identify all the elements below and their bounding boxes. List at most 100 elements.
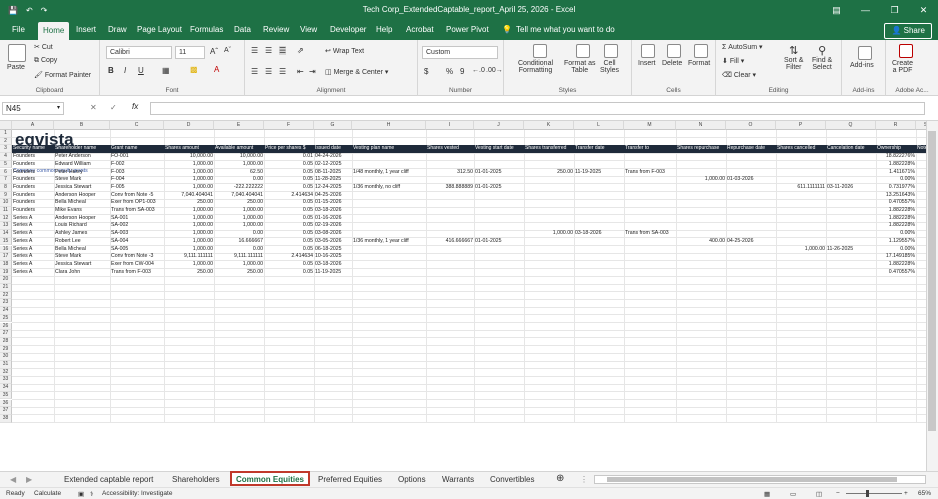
sheet-tab-preferred-equities[interactable]: Preferred Equities <box>318 472 382 487</box>
column-header-o[interactable]: O <box>726 121 776 130</box>
row-header[interactable]: 28 <box>0 337 12 346</box>
table-cell[interactable]: Anderson Hooper <box>54 215 110 223</box>
column-header-m[interactable]: M <box>624 121 676 130</box>
row-header[interactable]: 38 <box>0 414 12 423</box>
shrink-font-icon[interactable]: Aˇ <box>224 47 231 54</box>
sheet-tab-shareholders[interactable]: Shareholders <box>172 472 220 487</box>
row-header[interactable]: 5 <box>0 160 12 169</box>
table-cell[interactable]: Founders <box>12 169 54 177</box>
insert-cells-button[interactable]: Insert <box>638 44 656 67</box>
table-cell[interactable]: 04-25-2026 <box>726 238 776 246</box>
tab-data[interactable]: Data <box>234 20 251 40</box>
prev-sheet-icon[interactable]: ◀ <box>10 472 16 487</box>
table-cell[interactable]: 7,040.404041 <box>214 192 264 200</box>
status-calculate[interactable]: Calculate <box>34 490 61 497</box>
table-cell[interactable]: 1,000.00 <box>524 230 574 238</box>
page-layout-view-icon[interactable]: ▭ <box>790 490 796 498</box>
column-header-f[interactable]: F <box>264 121 314 130</box>
paste-button[interactable]: Paste <box>6 44 26 71</box>
table-cell[interactable]: SA-001 <box>110 215 164 223</box>
row-header[interactable]: 29 <box>0 345 12 354</box>
column-header-n[interactable]: N <box>676 121 726 130</box>
table-cell[interactable]: 08-11-2025 <box>314 169 352 177</box>
cell-styles-button[interactable]: Cell Styles <box>600 44 619 74</box>
column-header-a[interactable]: A <box>12 121 54 130</box>
row-header[interactable]: 21 <box>0 284 12 292</box>
wrap-text-button[interactable]: ↩ Wrap Text <box>325 47 364 55</box>
table-cell[interactable]: Founders <box>12 207 54 215</box>
table-cell[interactable]: 0.01 <box>264 153 314 161</box>
align-right-icon[interactable]: ☰ <box>279 67 286 76</box>
table-cell[interactable]: 0.05 <box>264 161 314 169</box>
zoom-slider[interactable] <box>846 493 902 494</box>
row-header[interactable]: 31 <box>0 361 12 369</box>
table-cell[interactable]: Clara John <box>54 269 110 277</box>
table-cell[interactable]: 0.05 <box>264 269 314 277</box>
copy-button[interactable]: ⧉ Copy <box>34 57 57 65</box>
cut-button[interactable]: ✂ Cut <box>34 43 53 51</box>
table-cell[interactable]: 1,000.00 <box>164 207 214 215</box>
save-icon[interactable]: 💾 <box>8 6 18 15</box>
table-cell[interactable]: 1,000.00 <box>214 161 264 169</box>
column-header-r[interactable]: R <box>876 121 916 130</box>
table-cell[interactable]: 0.05 <box>264 222 314 230</box>
table-cell[interactable]: 611.1111111 <box>776 184 826 192</box>
zoom-in-icon[interactable]: + <box>904 490 908 497</box>
table-cell[interactable]: 0.05 <box>264 184 314 192</box>
table-cell[interactable]: Trans from SA-003 <box>624 230 676 238</box>
table-cell[interactable]: Peter Anderson <box>54 153 110 161</box>
row-header[interactable]: 15 <box>0 237 12 246</box>
increase-indent-icon[interactable]: ⇥ <box>309 67 316 76</box>
table-cell[interactable]: 03-08-2026 <box>314 230 352 238</box>
tab-home[interactable]: Home <box>38 22 70 40</box>
table-cell[interactable]: SA-005 <box>110 246 164 254</box>
create-pdf-button[interactable]: Create a PDF <box>892 44 913 74</box>
row-header[interactable]: 10 <box>0 199 12 207</box>
table-cell[interactable]: 1.882228% <box>876 261 916 269</box>
row-header[interactable]: 25 <box>0 314 12 323</box>
table-header-cell[interactable]: Transfer to <box>624 145 676 153</box>
table-cell[interactable]: 400.00 <box>676 238 726 246</box>
table-cell[interactable]: 1/36 monthly, 1 year cliff <box>352 238 426 246</box>
row-header[interactable]: 12 <box>0 214 12 223</box>
table-cell[interactable]: 1.882228% <box>876 161 916 169</box>
column-header-d[interactable]: D <box>164 121 214 130</box>
font-color-icon[interactable]: A <box>214 65 219 74</box>
table-cell[interactable]: SA-002 <box>110 222 164 230</box>
table-cell[interactable]: 11-19-2025 <box>314 269 352 277</box>
undo-icon[interactable]: ↶ <box>26 6 33 15</box>
table-header-cell[interactable]: Shares amount <box>164 145 214 153</box>
tab-draw[interactable]: Draw <box>108 20 127 40</box>
table-cell[interactable]: 1.882228% <box>876 207 916 215</box>
row-header[interactable]: 6 <box>0 168 12 177</box>
table-cell[interactable]: Founders <box>12 176 54 184</box>
table-cell[interactable]: 03-05-2026 <box>314 238 352 246</box>
table-cell[interactable]: 0.00 <box>214 246 264 254</box>
table-cell[interactable]: 1,000.00 <box>164 176 214 184</box>
table-cell[interactable]: Series A <box>12 246 54 254</box>
table-cell[interactable]: Trans from F-003 <box>110 269 164 277</box>
column-header-c[interactable]: C <box>110 121 164 130</box>
row-header[interactable]: 19 <box>0 268 12 277</box>
table-cell[interactable]: 1,000.00 <box>164 184 214 192</box>
align-middle-icon[interactable]: ☰ <box>265 46 272 55</box>
table-header-cell[interactable]: Grant name <box>110 145 164 153</box>
row-header[interactable]: 32 <box>0 368 12 377</box>
table-header-cell[interactable]: Issued date <box>314 145 352 153</box>
insert-function-icon[interactable]: fx <box>132 102 138 111</box>
row-header[interactable]: 7 <box>0 176 12 184</box>
table-cell[interactable]: 1/48 monthly, 1 year cliff <box>352 169 426 177</box>
table-cell[interactable]: F-003 <box>110 169 164 177</box>
table-cell[interactable]: -222.222222 <box>214 184 264 192</box>
orientation-icon[interactable]: ⇗ <box>297 46 304 55</box>
table-cell[interactable]: Series A <box>12 215 54 223</box>
row-header[interactable]: 34 <box>0 384 12 392</box>
table-cell[interactable]: 11-28-2025 <box>314 176 352 184</box>
table-cell[interactable]: 18.822276% <box>876 153 916 161</box>
table-cell[interactable]: 1,000.00 <box>164 169 214 177</box>
vertical-scroll-thumb[interactable] <box>928 131 936 431</box>
borders-icon[interactable]: ▦ <box>162 66 170 75</box>
row-header[interactable]: 20 <box>0 276 12 284</box>
table-header-cell[interactable]: Price per shares $ <box>264 145 314 153</box>
tab-insert[interactable]: Insert <box>76 20 96 40</box>
